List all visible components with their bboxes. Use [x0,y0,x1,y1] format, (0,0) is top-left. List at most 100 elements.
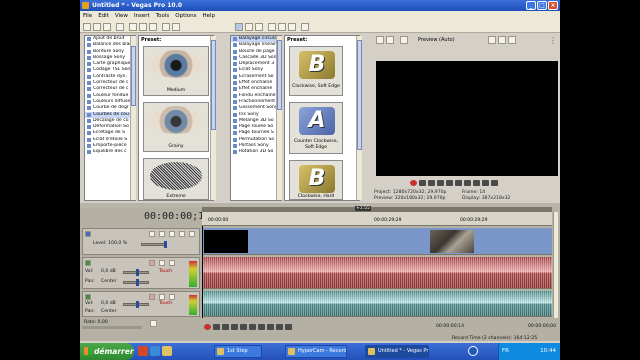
play-icon[interactable] [231,324,238,330]
start-button[interactable]: démarrer [80,343,134,360]
copy-snapshot-icon[interactable] [498,36,506,44]
mute-icon[interactable] [159,260,165,266]
snap-icon[interactable] [268,23,276,31]
video-clip-black[interactable] [204,230,248,253]
preset-clockwise-hard[interactable]: B Clockwise, Hard [289,160,343,200]
envelope-tool-icon[interactable] [245,23,253,31]
quicklaunch-icon[interactable] [150,346,160,356]
language-indicator[interactable]: FR [502,343,509,360]
volume-slider[interactable] [123,301,149,308]
lock-icon[interactable] [288,23,296,31]
automation-mode[interactable]: Touch [159,301,172,307]
slider-thumb[interactable] [136,279,139,286]
automation-mode[interactable]: Touch [159,269,172,275]
audio-track-2-header[interactable]: Vol: 0,0 dB Touch Pan: Center [82,291,200,317]
timeline-vscrollbar[interactable] [553,212,558,318]
preset-counter-clockwise-soft[interactable]: A Counter Clockwise, Soft Edge [289,102,343,154]
scrollbar-thumb[interactable] [131,46,136,106]
copy-icon[interactable] [139,23,147,31]
next-frame-icon[interactable] [491,180,498,186]
preview-quality-dropdown[interactable]: Preview (Auto) [418,37,455,43]
go-to-end-icon[interactable] [267,324,274,330]
solo-icon[interactable] [159,231,165,237]
autoripple-icon[interactable] [278,23,286,31]
mute-icon[interactable] [149,231,155,237]
quicklaunch-icon[interactable] [138,346,148,356]
record-icon[interactable] [204,324,211,330]
zoom-icon[interactable] [150,320,157,327]
video-track[interactable] [202,228,552,255]
play-from-start-icon[interactable] [222,324,229,330]
record-icon[interactable] [410,180,417,186]
properties-icon[interactable] [116,23,124,31]
slider-thumb[interactable] [136,301,139,308]
fx-presets-scrollbar[interactable] [210,36,216,200]
selection-tool-icon[interactable] [255,23,263,31]
minimize-button[interactable]: _ [526,1,536,10]
close-button[interactable]: × [548,1,558,10]
scrollbar-thumb[interactable] [277,40,282,110]
level-slider[interactable] [141,241,167,248]
preset-grainy[interactable]: Grainy [143,102,209,152]
menu-insert[interactable]: Insert [131,11,153,21]
mute-icon[interactable] [159,294,165,300]
audio-track-2[interactable] [202,291,552,317]
list-item[interactable]: Équilibre des c [85,149,135,155]
new-icon[interactable] [83,23,91,31]
menu-tools[interactable]: Tools [153,11,173,21]
quicklaunch-icon[interactable] [162,346,172,356]
transitions-list[interactable]: Balayage circula Balayage linéaire Boucl… [230,35,282,201]
tray-expand-icon[interactable] [468,346,478,356]
audio-track-1[interactable] [202,257,552,289]
track-fx-icon[interactable] [169,231,175,237]
prev-frame-icon[interactable] [482,180,489,186]
list-item[interactable]: Rotation 3D So [231,149,281,155]
save-icon[interactable] [103,23,111,31]
more-options-icon[interactable]: ⋮ [549,36,557,45]
slider-thumb[interactable] [136,269,139,276]
menu-edit[interactable]: Edit [95,11,112,21]
help-icon[interactable] [301,23,309,31]
play-from-start-icon[interactable] [428,180,435,186]
go-to-start-icon[interactable] [464,180,471,186]
play-icon[interactable] [437,180,444,186]
compositing-icon[interactable] [189,231,195,237]
menu-help[interactable]: Help [200,11,219,21]
arm-record-icon[interactable] [149,260,155,266]
slider-thumb[interactable] [164,241,167,248]
volume-slider[interactable] [123,269,149,276]
time-ruler[interactable]: 00:00:00 00:00:29;29 00:00:29;29 [202,212,552,226]
undo-icon[interactable] [162,23,170,31]
rate-slider[interactable] [82,326,142,329]
preset-medium[interactable]: Medium [143,46,209,96]
preset-extreme[interactable]: Extreme [143,158,209,200]
scrollbar-thumb[interactable] [357,40,362,150]
preset-clockwise-soft[interactable]: B Clockwise, Soft Edge [289,46,343,96]
fx-list-scrollbar[interactable] [130,36,136,200]
stop-icon[interactable] [249,324,256,330]
cut-icon[interactable] [129,23,137,31]
external-monitor-icon[interactable] [386,36,394,44]
taskbar-item[interactable]: 1st Step [214,345,262,358]
taskbar-item[interactable]: HyperCam - Recording [285,345,347,358]
go-to-start-icon[interactable] [258,324,265,330]
paste-icon[interactable] [149,23,157,31]
loop-icon[interactable] [419,180,426,186]
prev-frame-icon[interactable] [276,324,283,330]
video-track-header[interactable]: Level: 100,0 % [82,228,200,255]
pause-icon[interactable] [240,324,247,330]
scrollbar-thumb[interactable] [211,40,216,130]
taskbar-item-active[interactable]: Untitled * - Vegas Pro... [365,345,429,358]
preview-properties-icon[interactable] [376,36,384,44]
next-frame-icon[interactable] [285,324,292,330]
audio-track-1-header[interactable]: Vol: 0,0 dB Touch Pan: Center [82,257,200,289]
loop-icon[interactable] [213,324,220,330]
menu-file[interactable]: File [80,11,95,21]
playhead[interactable] [202,226,203,318]
go-to-end-icon[interactable] [473,180,480,186]
normal-edit-tool-icon[interactable] [235,23,243,31]
transitions-list-scrollbar[interactable] [276,36,282,200]
save-snapshot-icon[interactable] [508,36,516,44]
video-fx-list[interactable]: Ajout de bruit Balance des blan Bordure … [84,35,136,201]
open-icon[interactable] [93,23,101,31]
